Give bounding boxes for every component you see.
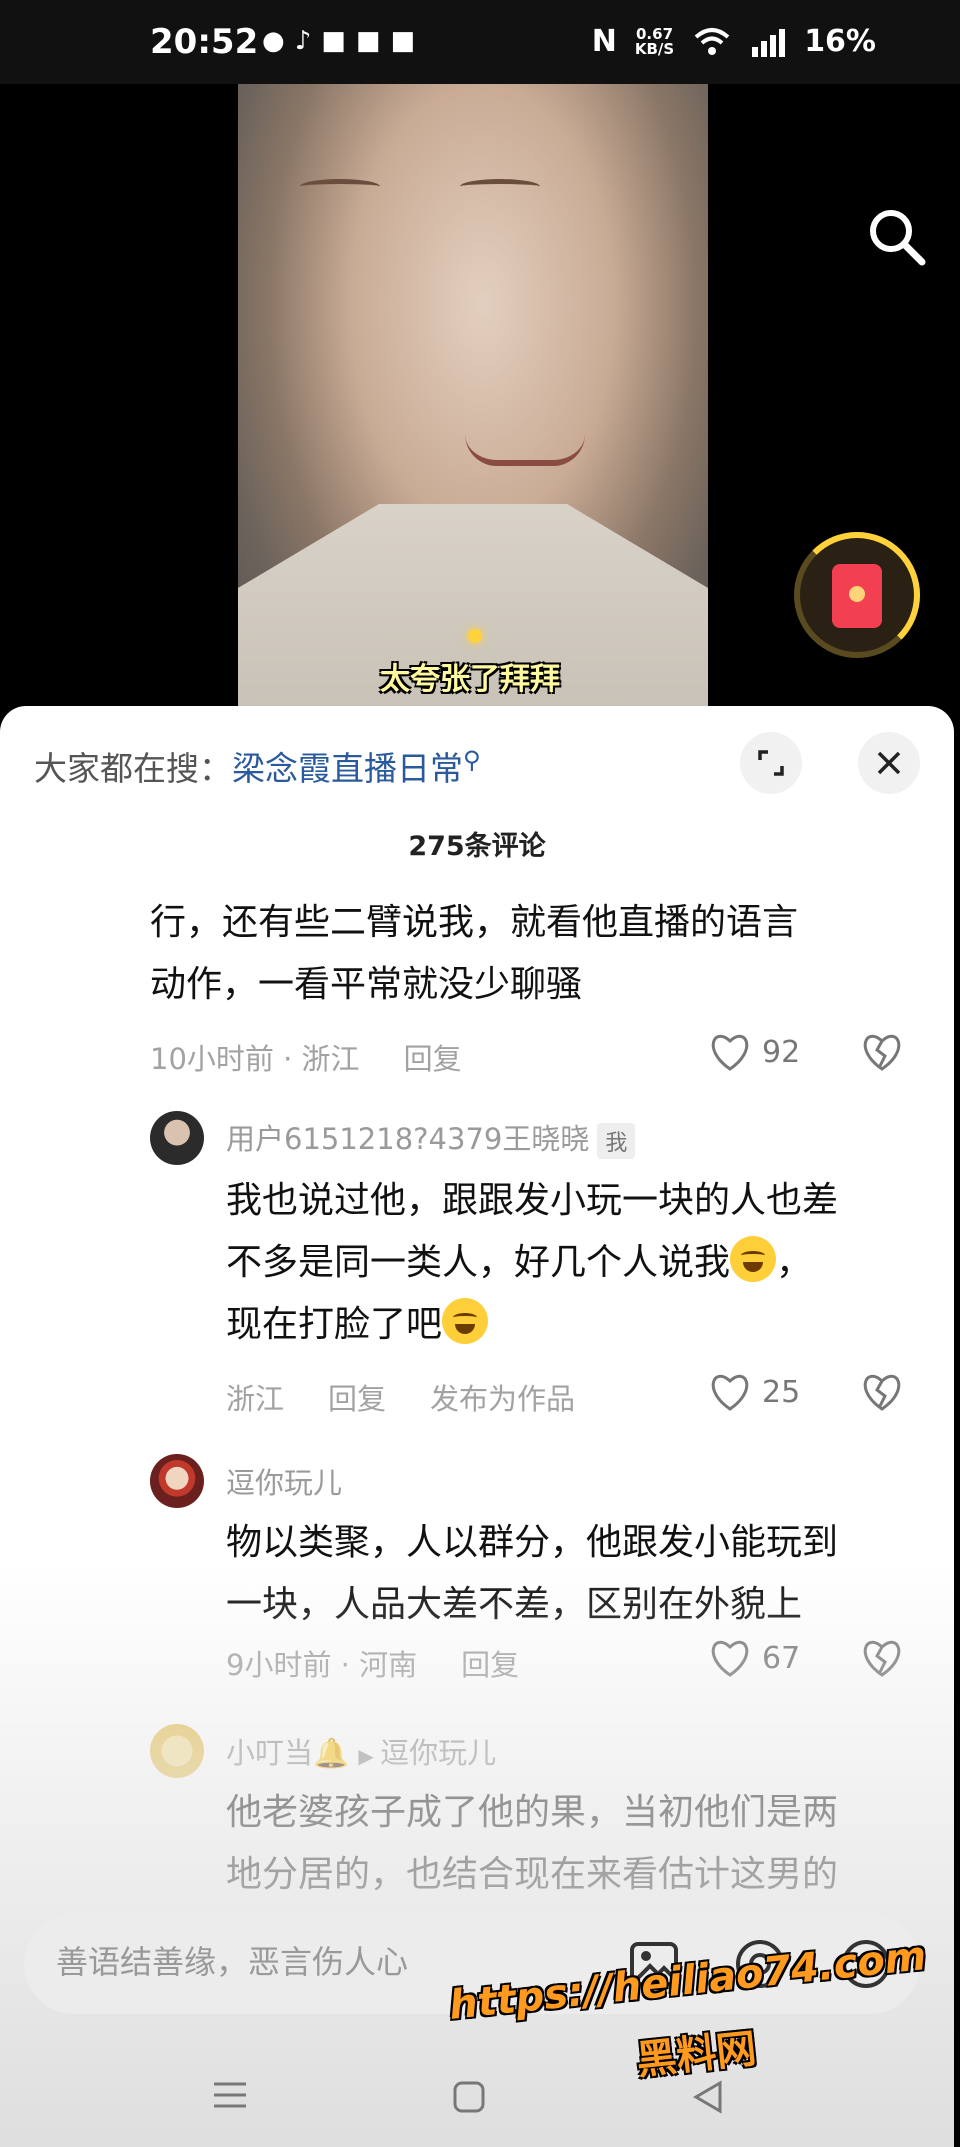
like-button[interactable]: 25: [708, 1372, 800, 1412]
video-face: [300, 179, 540, 199]
battery-level: 16%: [804, 24, 876, 59]
home-icon[interactable]: [452, 2080, 486, 2114]
hot-search[interactable]: 大家都在搜：梁念霞直播日常⚲: [34, 742, 481, 790]
heart-icon: [711, 1374, 749, 1411]
comment-location: 浙江: [226, 1382, 285, 1416]
menu-icon[interactable]: [212, 2080, 248, 2110]
publish-as-work-button[interactable]: 发布为作品: [430, 1382, 575, 1416]
net-speed: 0.67 KB/S: [634, 24, 675, 58]
comment-meta: 9小时前 · 河南 回复: [226, 1642, 563, 1684]
comment-input[interactable]: [54, 1942, 578, 1982]
status-bar: 20:52 ●♪■■■ N 0.67 KB/S 16%: [0, 0, 960, 84]
comment-text: 他老婆孩子成了他的果，当初他们是两 地分居的，也结合现在来看估计这男的: [226, 1792, 839, 1895]
self-tag: 我: [597, 1123, 636, 1159]
tiktok-icon: ♪: [294, 26, 322, 56]
comment-text: 行，还有些二臂说我，就看他直播的语言 动作，一看平常就没少聊骚: [150, 902, 799, 1005]
reply-button[interactable]: 回复: [328, 1382, 386, 1416]
hot-search-prefix: 大家都在搜：: [34, 749, 232, 788]
dislike-icon[interactable]: [860, 1372, 904, 1412]
app-icon: ■: [321, 26, 356, 56]
red-packet-icon: [832, 564, 882, 628]
search-icon[interactable]: [864, 204, 928, 268]
comment-count: 275条评论: [408, 831, 546, 862]
video-face-mouth: [465, 434, 585, 466]
comment-username[interactable]: 小叮当🔔 ▶ 逗你玩儿: [226, 1730, 496, 1772]
wechat-icon: ●: [262, 26, 295, 56]
crying-emoji-icon: [730, 1236, 777, 1282]
like-count: 25: [762, 1374, 801, 1410]
expand-button[interactable]: [740, 732, 802, 794]
comment-text: 我也说过他，跟跟发小玩一块的人也差 不多是同一类人，好几个人说我， 现在打脸了吧: [226, 1180, 839, 1345]
like-count: 67: [762, 1640, 801, 1676]
system-nav-bar: [0, 2040, 954, 2147]
comment-time-location: 9小时前 · 河南: [226, 1648, 418, 1682]
close-icon: [877, 751, 901, 775]
heart-icon: [711, 1034, 749, 1071]
nfc-icon: N: [591, 24, 617, 59]
bell-icon: 🔔: [313, 1736, 350, 1770]
dislike-icon[interactable]: [860, 1032, 904, 1072]
reply-button[interactable]: 回复: [404, 1042, 462, 1076]
avatar[interactable]: [150, 1111, 204, 1165]
search-small-icon: ⚲: [463, 746, 481, 774]
comment-username[interactable]: 逗你玩儿: [226, 1460, 342, 1502]
comment-meta: 浙江 回复 发布为作品: [226, 1376, 619, 1418]
like-count: 92: [762, 1034, 801, 1070]
reply-arrow-icon: ▶: [358, 1744, 381, 1768]
expand-icon: [758, 750, 784, 776]
crying-emoji-icon: [442, 1298, 489, 1344]
avatar[interactable]: [150, 1454, 204, 1508]
reply-button[interactable]: 回复: [461, 1648, 519, 1682]
wifi-icon: [694, 27, 730, 55]
video-player[interactable]: 太夸张了拜拜: [0, 84, 960, 714]
app-icon: ■: [355, 26, 391, 56]
comment-meta: 10小时前 · 浙江 回复: [150, 1036, 506, 1078]
dislike-icon[interactable]: [860, 1638, 904, 1678]
signal-icon: [752, 28, 786, 57]
avatar[interactable]: [150, 1724, 204, 1778]
video-caption: 太夸张了拜拜: [380, 662, 560, 697]
close-button[interactable]: [858, 732, 920, 794]
status-time: 20:52: [150, 22, 259, 62]
status-right: N 0.67 KB/S 16%: [592, 24, 876, 59]
app-icon: ■: [390, 26, 426, 56]
comment-time-location: 10小时前 · 浙江: [150, 1042, 360, 1076]
back-icon[interactable]: [692, 2080, 724, 2114]
hot-search-keyword[interactable]: 梁念霞直播日常: [232, 749, 463, 788]
red-packet-button[interactable]: [794, 532, 920, 658]
notification-icons: ●♪■■■: [262, 26, 425, 56]
comment-username[interactable]: 用户6151218?4379王晓晓我: [226, 1116, 636, 1159]
like-button[interactable]: 92: [708, 1032, 800, 1072]
like-button[interactable]: 67: [708, 1638, 800, 1678]
comment-text: 物以类聚，人以群分，他跟发小能玩到 一块，人品大差不差，区别在外貌上: [226, 1522, 839, 1625]
video-dot: [468, 629, 482, 643]
heart-icon: [711, 1640, 749, 1677]
